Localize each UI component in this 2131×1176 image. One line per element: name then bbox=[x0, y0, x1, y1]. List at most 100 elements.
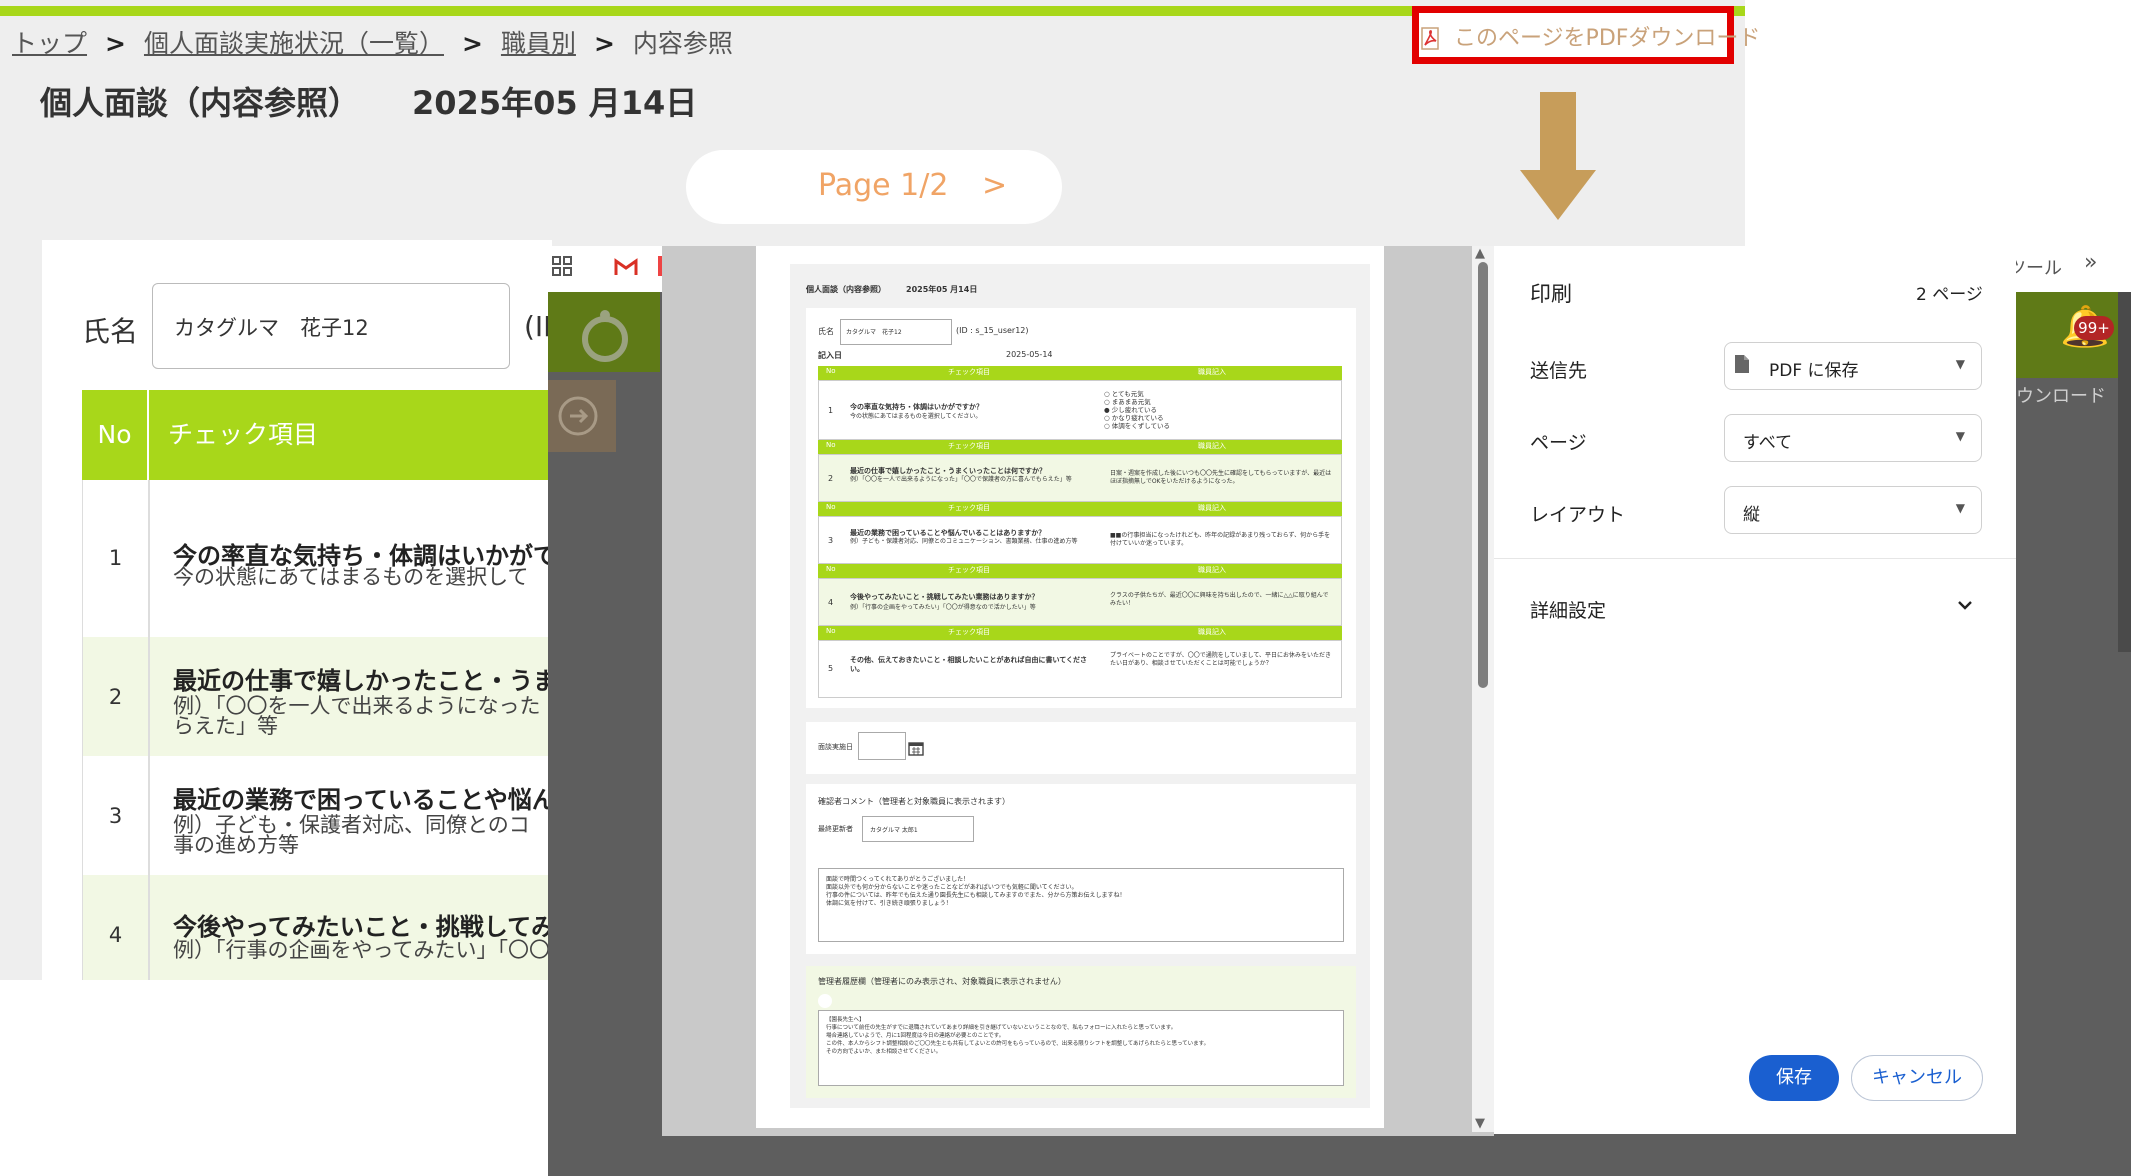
table-row: 4 今後やってみたいこと・挑戦してみ 例）「行事の企画をやってみたい」「〇〇 bbox=[82, 875, 556, 980]
preview-row-no: 2 bbox=[828, 474, 834, 483]
breadcrumb-interview-list[interactable]: 個人面談実施状況（一覧） bbox=[144, 29, 444, 58]
preview-entry-label: 記入日 bbox=[818, 351, 842, 360]
preview-name-label: 氏名 bbox=[818, 327, 834, 336]
table-row: 1 今の率直な気持ち・体調はいかがで 今の状態にあてはまるものを選択して bbox=[82, 480, 557, 637]
preview-name-value: カタグルマ 花子12 bbox=[846, 329, 902, 336]
name-value: カタグルマ 花子12 bbox=[174, 316, 369, 340]
scroll-down-icon[interactable]: ▼ bbox=[1475, 1116, 1485, 1131]
row-hint-line2: らえた」等 bbox=[173, 714, 278, 738]
preview-question: 今後やってみたいこと・挑戦してみたい業務はありますか？ bbox=[850, 593, 1039, 601]
chevron-down-icon: ▼ bbox=[1955, 501, 1965, 515]
document-icon bbox=[1735, 355, 1749, 373]
logo-icon bbox=[582, 310, 628, 362]
preview-updater-label: 最終更新者 bbox=[818, 825, 853, 833]
arrow-right-circle-icon bbox=[558, 396, 598, 436]
preview-row-no: 4 bbox=[828, 598, 834, 607]
row-hint: 今の状態にあてはまるものを選択して bbox=[173, 565, 529, 589]
page-title: 個人面談（内容参照） 2025年05 月14日 bbox=[40, 78, 697, 124]
column-divider bbox=[148, 756, 150, 875]
gmail-icon[interactable] bbox=[614, 258, 638, 276]
print-title: 印刷 bbox=[1530, 282, 1572, 306]
page-scrollbar[interactable] bbox=[2118, 292, 2131, 652]
preview-interview-date-label: 面談実施日 bbox=[818, 743, 853, 751]
preview-updater-value: カタグルマ 太郎1 bbox=[870, 827, 918, 834]
pager-label: Page 1/2 bbox=[818, 168, 949, 203]
preview-hint: 例）「行事の企画をやってみたい」「〇〇が得意なので活かしたい」等 bbox=[850, 604, 1036, 611]
preview-answer: 日案・週案を作成した後にいつも〇〇先生に確認をしてもらっていますが、最近はほぼ指… bbox=[1110, 470, 1332, 485]
preview-hint: 今の状態にあてはまるものを選択してください。 bbox=[850, 413, 982, 420]
layout-label: レイアウト bbox=[1530, 504, 1626, 526]
breadcrumb-sep: > bbox=[105, 29, 126, 58]
preview-date: 2025年05 月14日 bbox=[906, 285, 978, 294]
row-number: 4 bbox=[108, 923, 123, 947]
preview-hint: 例）「〇〇を一人で出来るようになった」「〇〇で保護者の方に喜んでもらえた」等 bbox=[850, 476, 1072, 483]
column-header-no: No bbox=[82, 390, 149, 480]
preview-user-id: (ID : s_15_user12) bbox=[956, 326, 1029, 335]
preview-question: その他、伝えておきたいこと・相談したいことがあれば自由に書いてください。 bbox=[850, 656, 1088, 673]
preview-title: 個人面談（内容参照） bbox=[806, 285, 886, 294]
preview-question: 最近の仕事で嬉しかったこと・うまくいったことは何ですか？ bbox=[850, 467, 1046, 475]
preview-entry-date: 2025-05-14 bbox=[1006, 350, 1053, 359]
sidebar-toggle[interactable] bbox=[548, 380, 616, 452]
chevron-down-icon[interactable] bbox=[1956, 596, 1974, 614]
breadcrumb-by-staff[interactable]: 職員別 bbox=[501, 29, 576, 58]
preview-question: 最近の業務で困っていることや悩んでいることはありますか？ bbox=[850, 529, 1046, 537]
layout-value: 縦 bbox=[1743, 505, 1760, 525]
pages-label: ページ bbox=[1530, 432, 1587, 454]
row-number: 1 bbox=[108, 546, 123, 570]
preview-answer: クラスの子供たちが、最近〇〇に興味を持ち出したので、一緒に△△に取り組んでみたい… bbox=[1110, 592, 1329, 607]
table-row: 2 最近の仕事で嬉しかったこと・うま 例）「〇〇を一人で出来るようになった らえ… bbox=[82, 637, 557, 756]
row-number: 3 bbox=[108, 804, 123, 828]
page-count: 2 ページ bbox=[1916, 285, 1983, 305]
more-bookmarks-icon[interactable]: » bbox=[2084, 250, 2097, 275]
chevron-down-icon: ▼ bbox=[1955, 429, 1965, 443]
cancel-button[interactable]: キャンセル bbox=[1851, 1055, 1983, 1101]
name-label: 氏名 bbox=[82, 315, 139, 348]
row-number: 2 bbox=[108, 685, 123, 709]
breadcrumb: トップ > 個人面談実施状況（一覧） > 職員別 > 内容参照 bbox=[12, 24, 733, 60]
pdf-icon bbox=[1421, 27, 1439, 50]
tools-bookmark[interactable]: ツール bbox=[2008, 254, 2062, 280]
breadcrumb-top[interactable]: トップ bbox=[12, 29, 87, 58]
row-hint-line2: 事の進め方等 bbox=[173, 833, 299, 857]
layout-select[interactable]: 縦 ▼ bbox=[1724, 486, 1982, 534]
breadcrumb-sep: > bbox=[461, 29, 483, 58]
column-divider bbox=[148, 480, 150, 637]
breadcrumb-sep: > bbox=[593, 29, 615, 58]
breadcrumb-current: 内容参照 bbox=[632, 29, 733, 58]
notification-badge: 99+ bbox=[2074, 316, 2114, 340]
pdf-download-label: このページをPDFダウンロード bbox=[1454, 26, 1761, 51]
preview-row-no: 5 bbox=[828, 664, 834, 673]
more-settings-toggle[interactable]: 詳細設定 bbox=[1530, 596, 1606, 623]
pdf-download-link[interactable]: このページをPDFダウンロード bbox=[1420, 20, 1760, 52]
column-divider bbox=[148, 637, 150, 756]
row-question: 今後やってみたいこと・挑戦してみ bbox=[173, 913, 556, 941]
pages-select[interactable]: すべて ▼ bbox=[1724, 414, 1982, 462]
apps-grid-icon[interactable] bbox=[552, 256, 572, 276]
preview-table-header: No チェック項目 職員記入 bbox=[818, 366, 1342, 380]
preview-options: ○ とても元気 ○ まあまあ元気 ● 少し疲れている ○ かなり疲れている ○ … bbox=[1104, 390, 1171, 430]
preview-table-header: No チェック項目 職員記入 bbox=[818, 502, 1342, 516]
preview-scroll-thumb[interactable] bbox=[1478, 262, 1488, 688]
destination-label: 送信先 bbox=[1530, 360, 1588, 382]
page-title-text: 個人面談（内容参照） bbox=[40, 84, 361, 122]
destination-select[interactable]: PDF に保存 ▼ bbox=[1724, 342, 1982, 390]
preview-date-field bbox=[858, 732, 906, 760]
save-button[interactable]: 保存 bbox=[1749, 1055, 1839, 1101]
row-question: 最近の業務で困っていることや悩ん bbox=[173, 786, 556, 814]
preview-table-header: No チェック項目 職員記入 bbox=[818, 626, 1342, 640]
calendar-icon bbox=[908, 742, 924, 756]
preview-comment-text: 面談で時間つくってくれてありがとうございました！ 面談以外でも何か分からないこと… bbox=[826, 876, 1126, 907]
download-link-fragment: ウンロード bbox=[2016, 386, 2106, 407]
pages-value: すべて bbox=[1743, 433, 1793, 453]
pager-next-button[interactable]: > bbox=[982, 168, 1007, 203]
column-divider bbox=[148, 875, 150, 980]
arrow-down-icon bbox=[1520, 92, 1596, 220]
table-row: 3 最近の業務で困っていることや悩ん 例）子ども・保護者対応、同僚とのコ 事の進… bbox=[82, 756, 556, 875]
page-title-date: 2025年05 月14日 bbox=[412, 84, 698, 122]
scroll-up-icon[interactable]: ▲ bbox=[1475, 246, 1485, 261]
preview-row-no: 1 bbox=[828, 406, 834, 415]
preview-table-header: No チェック項目 職員記入 bbox=[818, 564, 1342, 578]
preview-toggle bbox=[818, 994, 832, 1008]
column-header-check: チェック項目 bbox=[168, 420, 319, 449]
